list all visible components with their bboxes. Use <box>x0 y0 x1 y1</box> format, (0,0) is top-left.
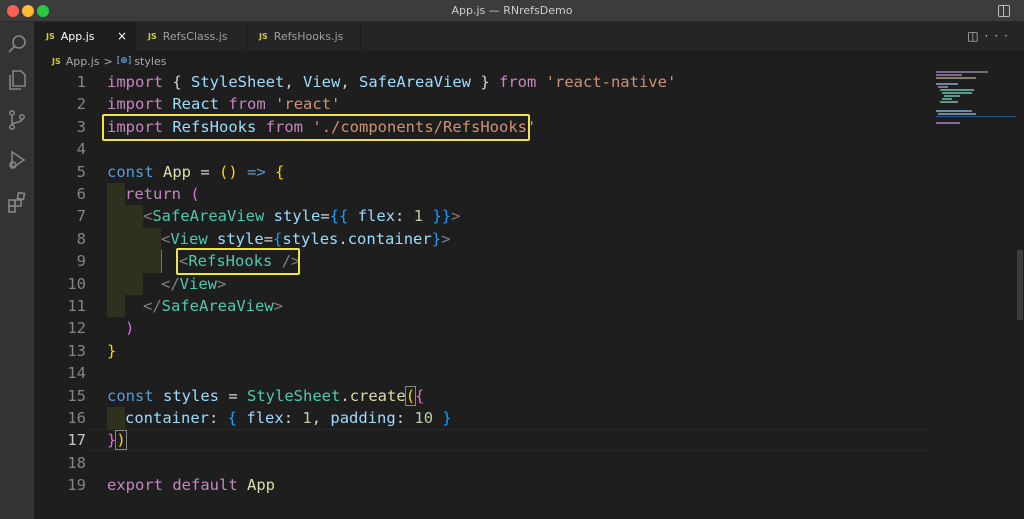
code-line-13: } <box>107 341 117 360</box>
tab-app-js[interactable]: JS App.js × <box>34 22 135 51</box>
line-number: 6 <box>76 185 86 203</box>
code-line-2: import React from 'react' <box>107 95 341 114</box>
code-line-12: ) <box>125 319 135 338</box>
indent-highlight <box>125 205 143 295</box>
line-number-active: 17 <box>67 431 86 450</box>
indent-highlight <box>107 183 125 318</box>
code-line-17: }) <box>107 430 127 451</box>
explorer-icon[interactable] <box>5 68 29 92</box>
code-line-11: </SafeAreaView> <box>143 297 283 315</box>
breadcrumb-symbol[interactable]: styles <box>134 55 166 68</box>
js-file-icon: JS <box>259 32 268 41</box>
highlight-box-import-refshooks <box>102 114 530 141</box>
indent-highlight <box>107 407 125 430</box>
code-line-15: const styles = StyleSheet.create({ <box>107 385 425 406</box>
more-actions-icon[interactable]: ··· <box>985 29 1014 43</box>
title-bar: App.js — RNrefsDemo <box>0 0 1024 22</box>
line-number: 18 <box>67 453 86 472</box>
line-number: 14 <box>67 364 86 383</box>
tab-label: RefsHooks.js <box>273 30 344 43</box>
run-debug-icon[interactable] <box>5 148 29 172</box>
search-icon[interactable] <box>5 32 29 56</box>
line-number: 3 <box>76 117 86 136</box>
code-line-1: import { StyleSheet, View, SafeAreaView … <box>107 73 677 91</box>
line-number: 15 <box>67 386 86 405</box>
breadcrumb: JS App.js > [⊕] styles <box>34 51 1024 71</box>
line-number: 5 <box>76 162 86 181</box>
code-line-5: const App = () => { <box>107 162 285 181</box>
line-number: 16 <box>67 409 86 427</box>
highlight-box-refshooks-tag <box>176 248 300 275</box>
source-control-icon[interactable] <box>5 108 29 132</box>
line-number: 2 <box>76 95 86 114</box>
activity-bar <box>0 22 34 519</box>
split-editor-icon[interactable]: ◫ <box>967 29 984 43</box>
code-line-16: container: { flex: 1, padding: 10 } <box>125 409 452 427</box>
code-line-19: export default App <box>107 476 276 495</box>
line-number: 1 <box>76 73 86 91</box>
line-number: 12 <box>67 319 86 338</box>
scrollbar-thumb[interactable] <box>1017 250 1023 320</box>
code-line-8: <View style={styles.container}> <box>161 229 451 248</box>
line-number: 10 <box>67 274 86 293</box>
indent-highlight <box>143 227 161 273</box>
code-line-7: <SafeAreaView style={{ flex: 1 }}> <box>143 207 461 226</box>
tab-refshooks-js[interactable]: JS RefsHooks.js <box>247 22 360 51</box>
window-title: App.js — RNrefsDemo <box>451 4 573 17</box>
tab-bar: JS App.js × JS RefsClass.js JS RefsHooks… <box>34 22 1024 51</box>
line-number-gutter: 1 2 3 4 5 6 7 8 9 10 11 12 13 14 15 16 1… <box>34 71 86 519</box>
breadcrumb-separator: > <box>103 54 113 68</box>
close-tab-icon[interactable]: × <box>117 29 127 43</box>
minimap[interactable] <box>930 71 1016 519</box>
line-number: 13 <box>67 341 86 360</box>
line-number: 19 <box>67 476 86 495</box>
editor-actions: ◫··· <box>967 29 1014 43</box>
code-line-10: </View> <box>161 274 227 293</box>
line-number: 9 <box>76 252 86 271</box>
js-file-icon: JS <box>148 32 157 41</box>
js-file-icon: JS <box>46 32 55 41</box>
tab-label: App.js <box>60 30 95 43</box>
line-number: 7 <box>76 207 86 226</box>
code-line-6: return ( <box>125 185 200 203</box>
variable-symbol-icon: [⊕] <box>116 56 132 66</box>
breadcrumb-file[interactable]: App.js <box>66 55 100 68</box>
tab-refsclass-js[interactable]: JS RefsClass.js <box>136 22 246 51</box>
js-file-icon: JS <box>52 56 61 66</box>
line-number: 8 <box>76 229 86 248</box>
tab-label: RefsClass.js <box>162 30 228 43</box>
line-number: 11 <box>67 297 86 315</box>
line-number: 4 <box>76 140 86 159</box>
extensions-icon[interactable] <box>5 190 29 214</box>
layout-icon[interactable] <box>998 5 1010 17</box>
code-editor[interactable]: import { StyleSheet, View, SafeAreaView … <box>102 71 927 519</box>
indent-guide <box>161 250 162 273</box>
